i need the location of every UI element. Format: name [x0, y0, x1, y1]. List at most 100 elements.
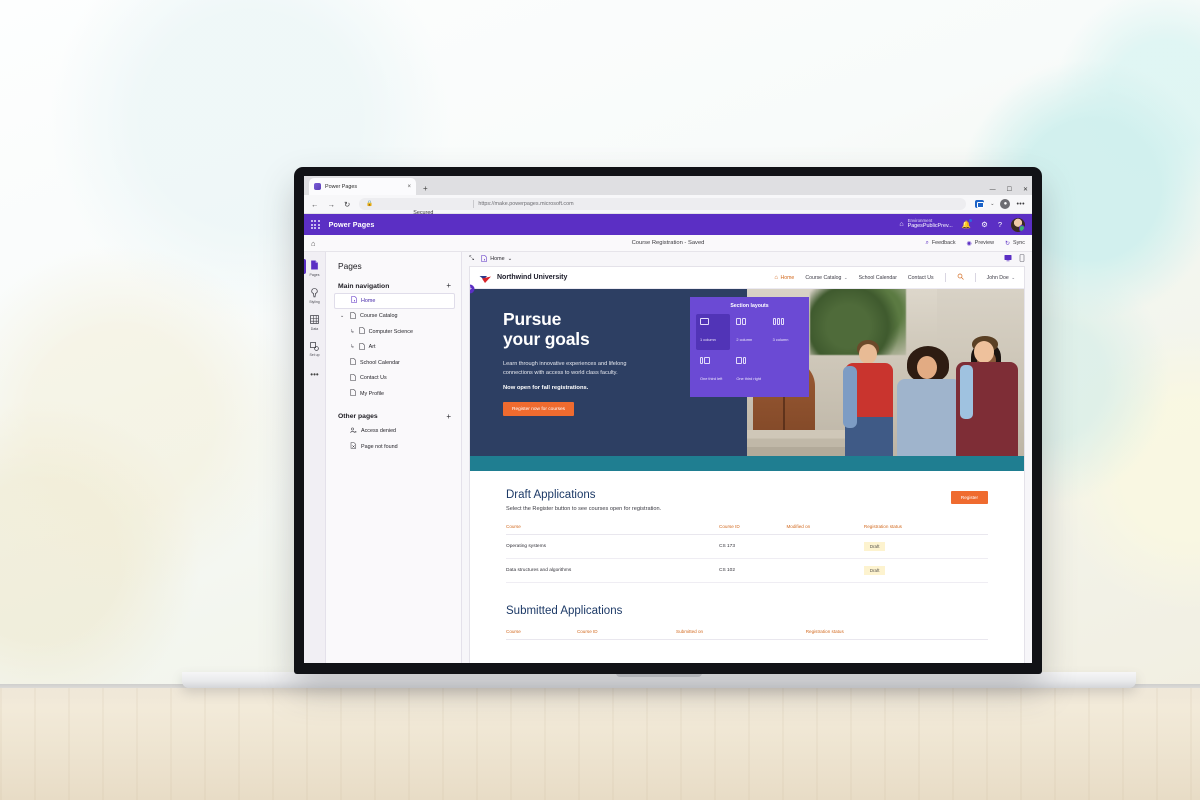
layout-label: 1 column	[700, 337, 716, 342]
table-row[interactable]: Data structures and algorithms CS 102 Dr…	[506, 558, 988, 583]
notification-badge	[968, 218, 974, 223]
column-header-modified-on[interactable]: Modified on	[786, 524, 864, 535]
reload-button[interactable]: ↻	[344, 200, 350, 209]
feedback-button[interactable]: ⌕ Feedback	[925, 240, 955, 247]
environment-selector[interactable]: ⌂ Environment PagesPublicPrev...	[899, 219, 952, 229]
site-nav-school-calendar[interactable]: School Calendar	[859, 275, 897, 281]
layout-option-1-column[interactable]: 1 column	[696, 314, 731, 350]
desktop-view-icon[interactable]	[1004, 254, 1012, 264]
page-item-page-not-found[interactable]: Page not found	[334, 439, 455, 455]
page-item-computer-science[interactable]: ↳ Computer Science	[334, 324, 455, 340]
section-layouts-title: Section layouts	[730, 303, 769, 309]
close-tab-icon[interactable]: ×	[407, 184, 411, 190]
page-item-my-profile[interactable]: My Profile	[334, 386, 455, 402]
page-item-course-catalog[interactable]: ⌄ Course Catalog	[334, 309, 455, 325]
add-main-page-button[interactable]: +	[446, 282, 451, 290]
column-header-registration-status[interactable]: Registration status	[805, 629, 988, 640]
other-pages-list: Access denied Page not found	[326, 424, 461, 455]
column-header-course-id[interactable]: Course ID	[719, 524, 787, 535]
layout-option-2-column[interactable]: 2 column	[732, 314, 766, 350]
chevron-down-icon[interactable]: ⌄	[340, 313, 346, 319]
close-window-button[interactable]: ✕	[1023, 187, 1028, 193]
page-item-home[interactable]: Home	[334, 293, 455, 309]
setup-gear-icon	[310, 341, 319, 353]
new-tab-button[interactable]: +	[423, 184, 428, 193]
submitted-applications-section: Submitted Applications Course Course ID …	[470, 583, 1024, 640]
column-header-course-id[interactable]: Course ID	[576, 629, 677, 640]
gear-icon[interactable]: ⚙	[981, 220, 988, 229]
sync-button[interactable]: ↻ Sync	[1005, 240, 1025, 247]
product-name[interactable]: Power Pages	[329, 220, 375, 229]
browser-profile-avatar[interactable]: ●	[1000, 199, 1011, 209]
rail-item-styling[interactable]: Styling	[304, 287, 325, 304]
breadcrumb[interactable]: Home ⌄	[481, 254, 513, 264]
expand-canvas-icon[interactable]: ⤡	[469, 255, 474, 263]
other-pages-label: Other pages	[338, 413, 378, 420]
forward-button[interactable]: →	[328, 200, 336, 209]
column-header-course[interactable]: Course	[506, 524, 720, 535]
site-header: Northwind University ⌂ Home Course Catal…	[470, 267, 1024, 289]
draft-lead-text: Select the Register button to see course…	[506, 506, 662, 512]
page-label: Home	[361, 297, 376, 304]
table-row[interactable]: Operating systems CS 173 Draft	[506, 534, 988, 559]
page-item-art[interactable]: ↳ Art	[334, 340, 455, 356]
page-item-contact-us[interactable]: Contact Us	[334, 371, 455, 387]
layout-label: One third left	[700, 376, 723, 381]
subpage-arrow-icon: ↳	[350, 344, 355, 351]
address-bar[interactable]: 🔒 Secured https://make.powerpages.micros…	[359, 198, 967, 216]
device-toggles	[1004, 254, 1025, 264]
chevron-down-icon[interactable]: ⌄	[990, 201, 994, 207]
page-icon	[359, 327, 365, 336]
hero-cta-button[interactable]: Register now for courses	[503, 402, 575, 417]
rail-more-icon[interactable]: •••	[310, 370, 318, 379]
left-rail: Pages Styling Data Set up •••	[304, 252, 326, 663]
rail-label-data: Data	[310, 326, 319, 331]
rail-item-setup[interactable]: Set up	[304, 341, 325, 357]
rail-item-data[interactable]: Data	[304, 315, 325, 331]
two-column-icon	[736, 318, 764, 325]
layout-option-3-column[interactable]: 3 column	[769, 314, 803, 350]
student-2	[897, 346, 961, 456]
column-header-course[interactable]: Course	[506, 629, 577, 640]
breadcrumb-page-label: Home	[490, 256, 505, 262]
site-nav-course-catalog[interactable]: Course Catalog ⌄	[805, 275, 847, 281]
notifications-icon[interactable]: 🔔	[962, 218, 974, 229]
page-icon	[350, 373, 356, 383]
minimize-button[interactable]: —	[990, 187, 996, 193]
chevron-down-icon[interactable]: ⌄	[508, 256, 513, 262]
search-icon[interactable]	[957, 273, 964, 282]
help-icon[interactable]: ?	[998, 220, 1002, 229]
collections-icon[interactable]	[975, 200, 985, 208]
one-third-right-icon	[736, 357, 764, 364]
cell-course: Operating systems	[506, 534, 720, 559]
page-not-found-icon	[350, 442, 357, 451]
maximize-button[interactable]: ☐	[1007, 187, 1012, 193]
window-controls: — ☐ ✕	[990, 187, 1028, 193]
layout-option-one-third-right[interactable]: One third right	[732, 353, 766, 389]
avatar[interactable]	[1011, 217, 1025, 232]
column-header-registration-status[interactable]: Registration status	[863, 524, 988, 535]
hero-subtitle: Learn through innovative experiences and…	[503, 360, 627, 376]
mobile-view-icon[interactable]	[1019, 254, 1025, 264]
site-nav-contact-us[interactable]: Contact Us	[908, 275, 934, 281]
waffle-icon[interactable]	[311, 220, 320, 229]
site-brand[interactable]: Northwind University	[479, 272, 567, 283]
browser-more-icon[interactable]: •••	[1016, 201, 1025, 208]
back-button[interactable]: ←	[311, 200, 319, 209]
column-header-submitted-on[interactable]: Submitted on	[676, 629, 806, 640]
preview-button[interactable]: ◉ Preview	[967, 240, 994, 247]
register-button[interactable]: Register	[950, 491, 988, 504]
draft-heading: Draft Applications	[506, 489, 596, 501]
main-navigation-header: Main navigation +	[326, 271, 461, 293]
page-item-school-calendar[interactable]: School Calendar	[334, 355, 455, 371]
layout-option-one-third-left[interactable]: One third left	[696, 353, 730, 389]
cell-status: Draft	[863, 558, 988, 583]
page-icon	[359, 342, 365, 352]
add-other-page-button[interactable]: +	[446, 412, 451, 421]
site-nav-home[interactable]: ⌂ Home	[774, 275, 794, 281]
page-item-access-denied[interactable]: Access denied	[334, 424, 455, 440]
browser-tab[interactable]: Power Pages ×	[309, 178, 416, 195]
page-label: Contact Us	[360, 375, 387, 382]
rail-item-pages[interactable]: Pages	[304, 259, 325, 277]
site-user-menu[interactable]: John Doe ⌄	[987, 275, 1015, 281]
